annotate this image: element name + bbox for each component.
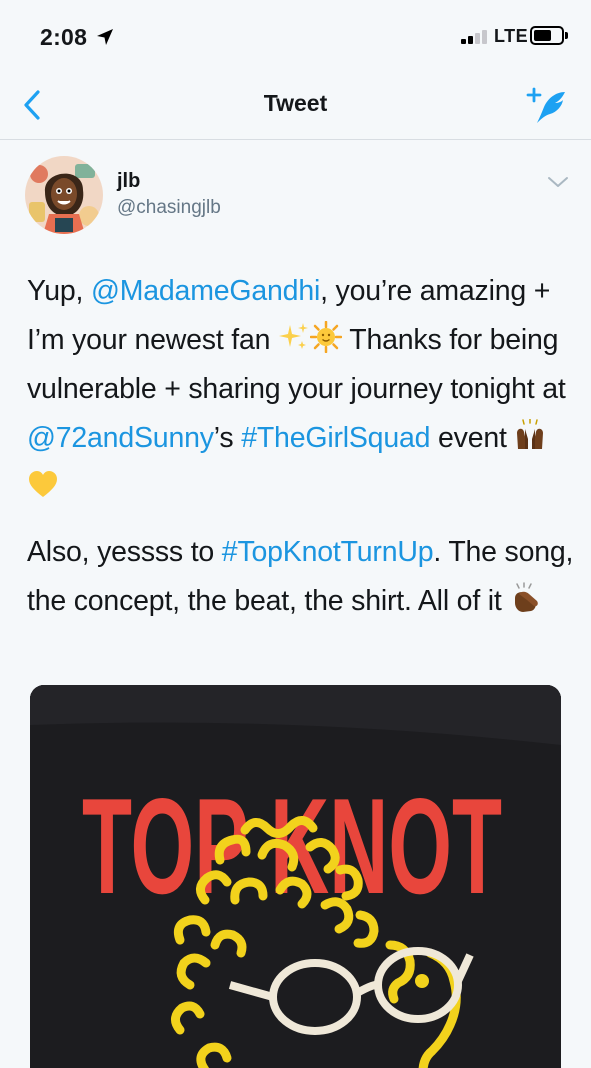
- tweet-paragraph: Also, yessss to #TopKnotTurnUp. The song…: [27, 528, 575, 626]
- compose-tweet-button[interactable]: [526, 86, 568, 126]
- text-segment: Also, yessss to: [27, 536, 222, 568]
- clapping-hands-icon: [515, 582, 539, 612]
- page-title: Tweet: [263, 90, 328, 116]
- yellow-heart-icon: [29, 471, 57, 497]
- hashtag-link[interactable]: #TopKnotTurnUp: [222, 536, 434, 568]
- avatar[interactable]: [25, 156, 103, 234]
- location-arrow-icon: [97, 29, 113, 45]
- compose-tweet-icon: [526, 87, 565, 123]
- text-segment: event: [430, 422, 515, 454]
- raising-hands-icon: [517, 419, 544, 449]
- battery-icon: [530, 26, 568, 45]
- network-type: LTE: [494, 26, 529, 46]
- nav-bar: Tweet: [0, 72, 591, 140]
- chevron-down-icon[interactable]: [546, 174, 570, 190]
- text-segment: ’s: [213, 422, 242, 454]
- hashtag-link[interactable]: #TheGirlSquad: [241, 422, 430, 454]
- author-name[interactable]: jlb: [117, 170, 140, 193]
- tweet-media-image[interactable]: TOP KNOT: [30, 685, 561, 1068]
- status-bar: 2:08 LTE: [0, 0, 591, 72]
- tweet-paragraph: Yup, @MadameGandhi, you’re amazing + I’m…: [27, 267, 575, 512]
- text-segment: Yup,: [27, 275, 91, 307]
- mention-link[interactable]: @MadameGandhi: [91, 275, 320, 307]
- status-time: 2:08: [40, 24, 88, 50]
- sun-with-face-icon: [310, 321, 343, 353]
- tweet-detail: jlb @chasingjlb Yup, @MadameGandhi, you’…: [0, 140, 591, 1068]
- sparkles-icon: [279, 323, 309, 349]
- tweet-text: Yup, @MadameGandhi, you’re amazing + I’m…: [27, 267, 575, 626]
- signal-bars-icon: [461, 30, 491, 44]
- author-handle[interactable]: @chasingjlb: [117, 197, 221, 219]
- mention-link[interactable]: @72andSunny: [27, 422, 214, 454]
